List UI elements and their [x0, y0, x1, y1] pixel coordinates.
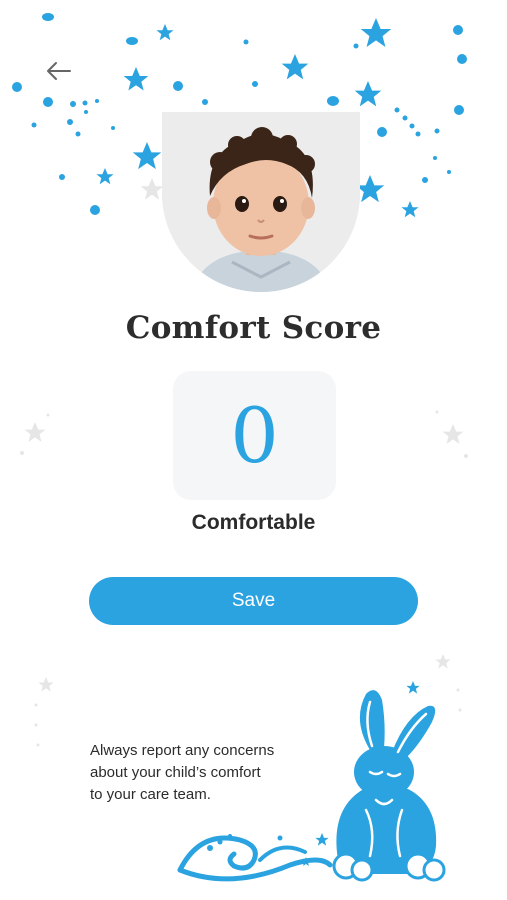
page-title: Comfort Score: [125, 310, 382, 346]
score-value: 0: [230, 390, 279, 480]
score-display: 0: [173, 371, 336, 500]
save-button[interactable]: Save: [89, 577, 418, 625]
score-label: Comfortable: [191, 511, 316, 534]
arrow-left-icon: [47, 62, 71, 80]
bunny-illustration: [177, 681, 446, 882]
back-button[interactable]: [40, 55, 76, 87]
